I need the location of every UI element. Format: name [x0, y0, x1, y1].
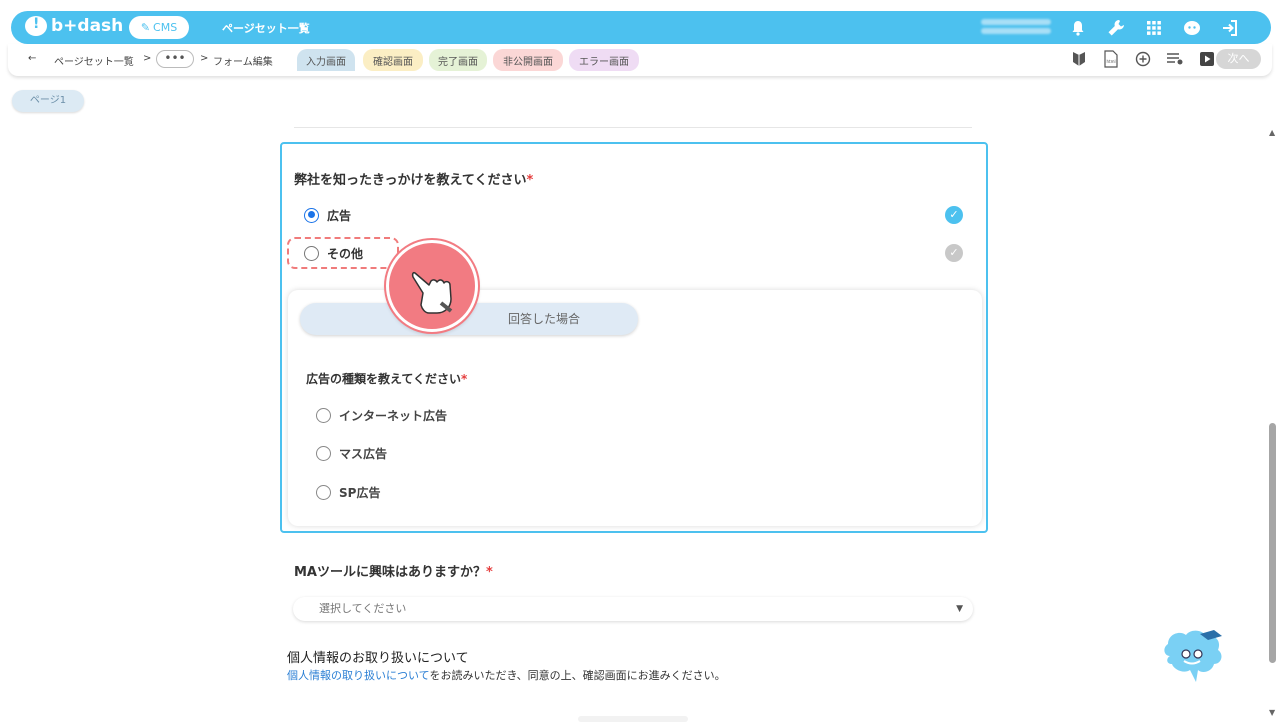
- tab-confirm-screen[interactable]: 確認画面: [363, 49, 423, 71]
- select-placeholder: 選択してください: [319, 602, 407, 615]
- check-icon[interactable]: ✓: [945, 206, 963, 224]
- support-icon[interactable]: [1180, 16, 1204, 40]
- privacy-text: 個人情報の取り扱いについてをお読みいただき、同意の上、確認画面にお進みください。: [287, 667, 726, 683]
- breadcrumb-form-edit: フォーム編集: [213, 57, 273, 68]
- grid-icon[interactable]: [1142, 16, 1166, 40]
- required-mark: *: [486, 565, 493, 580]
- wrench-icon[interactable]: [1104, 16, 1128, 40]
- beginner-icon[interactable]: [1068, 48, 1090, 70]
- radio-button[interactable]: [316, 446, 331, 461]
- app-logo[interactable]: b+dash: [25, 16, 123, 36]
- page-chip[interactable]: ページ1: [12, 90, 84, 112]
- sub-option-label: インターネット広告: [339, 409, 448, 423]
- required-mark: *: [461, 372, 468, 386]
- play-icon[interactable]: [1196, 48, 1218, 70]
- breadcrumb-separator: >: [143, 53, 152, 64]
- add-circle-icon[interactable]: [1132, 48, 1154, 70]
- back-arrow-icon[interactable]: ←: [28, 53, 36, 64]
- user-info-blurred: [981, 16, 1051, 38]
- next-button[interactable]: 次へ: [1216, 49, 1261, 69]
- sub-option[interactable]: SP広告: [316, 484, 380, 501]
- required-mark: *: [526, 173, 534, 188]
- divider: [294, 127, 972, 128]
- option-label: 広告: [327, 208, 352, 223]
- radio-button[interactable]: [304, 207, 319, 223]
- bell-icon[interactable]: [1066, 16, 1090, 40]
- logout-icon[interactable]: [1218, 16, 1242, 40]
- privacy-title: 個人情報のお取り扱いについて: [287, 651, 469, 666]
- question-label: 弊社を知ったきっかけを教えてください*: [294, 173, 534, 188]
- radio-button[interactable]: [316, 408, 331, 423]
- ma-question-label: MAツールに興味はありますか？*: [294, 565, 493, 580]
- check-icon[interactable]: ✓: [945, 244, 963, 262]
- sub-option[interactable]: インターネット広告: [316, 407, 447, 424]
- tab-input-screen[interactable]: 入力画面: [297, 49, 355, 71]
- tab-error-screen[interactable]: エラー画面: [569, 49, 639, 71]
- next-section-fragment: [578, 716, 688, 722]
- scroll-down-icon[interactable]: ▼: [1269, 708, 1275, 717]
- svg-text:html: html: [1107, 59, 1116, 64]
- conditional-section: 回答した場合 広告の種類を教えてください* インターネット広告 マス広告 SP広…: [288, 290, 982, 526]
- edit-icon: ✎: [140, 21, 151, 34]
- sub-option-label: マス広告: [339, 447, 388, 461]
- html-file-icon[interactable]: html: [1100, 48, 1122, 70]
- pointing-hand-icon: [386, 240, 478, 332]
- option-other[interactable]: その他: [304, 242, 363, 264]
- chevron-down-icon: ▼: [956, 604, 963, 614]
- mascot-assistant-icon[interactable]: [1160, 626, 1226, 688]
- cms-label: CMS: [153, 21, 178, 34]
- radio-button[interactable]: [316, 485, 331, 500]
- breadcrumb-separator: >: [200, 53, 209, 64]
- sub-option[interactable]: マス広告: [316, 445, 387, 462]
- list-settings-icon[interactable]: [1164, 48, 1186, 70]
- sub-question-label: 広告の種類を教えてください*: [306, 372, 468, 386]
- topbar-title[interactable]: ページセット一覧: [222, 20, 310, 36]
- tab-complete-screen[interactable]: 完了画面: [429, 49, 487, 71]
- option-label: その他: [327, 246, 364, 261]
- privacy-policy-link[interactable]: 個人情報の取り扱いについて: [287, 669, 429, 682]
- question-block-selected[interactable]: 弊社を知ったきっかけを教えてください* 広告 ✓ その他 ✓ 回答した場合 広告…: [280, 142, 988, 533]
- sub-option-label: SP広告: [339, 486, 381, 500]
- cms-button[interactable]: ✎ CMS: [129, 16, 189, 39]
- scrollbar-thumb[interactable]: [1269, 423, 1276, 663]
- logo-bubble-icon: [25, 16, 47, 36]
- tab-private-screen[interactable]: 非公開画面: [493, 49, 563, 71]
- scrollbar[interactable]: ▲ ▼: [1268, 128, 1278, 718]
- privacy-rest-text: をお読みいただき、同意の上、確認画面にお進みください。: [429, 669, 726, 682]
- breadcrumb-more-button[interactable]: •••: [156, 50, 194, 68]
- editor-subbar: ← ページセット一覧 > ••• > フォーム編集 入力画面 確認画面 完了画面…: [8, 44, 1272, 76]
- logo-text: b+dash: [51, 16, 124, 36]
- scroll-up-icon[interactable]: ▲: [1269, 128, 1275, 137]
- top-navigation-bar: b+dash ✎ CMS ページセット一覧: [11, 11, 1271, 44]
- ma-interest-select[interactable]: 選択してください ▼: [293, 597, 973, 621]
- option-ad[interactable]: 広告: [304, 204, 351, 226]
- breadcrumb-pageset-list[interactable]: ページセット一覧: [54, 53, 134, 68]
- radio-button[interactable]: [304, 245, 319, 261]
